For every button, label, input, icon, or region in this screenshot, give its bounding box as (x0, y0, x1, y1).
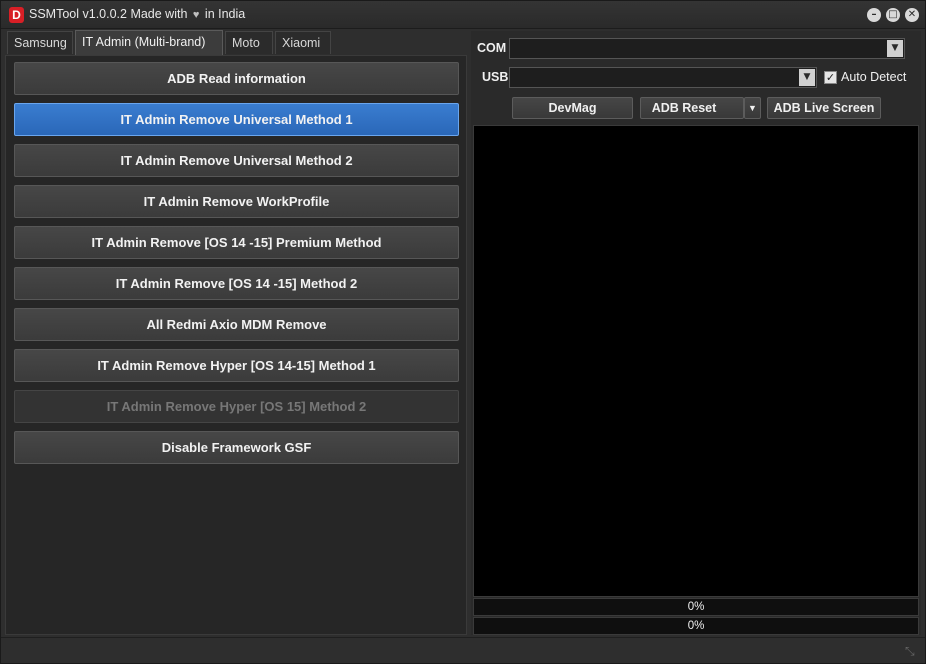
progress-text-1: 0% (687, 601, 705, 613)
auto-detect-label: Auto Detect (841, 70, 907, 84)
com-select[interactable]: ▼ (509, 38, 905, 59)
auto-detect-checkbox[interactable]: ✓ (824, 71, 837, 84)
os14-15-method-2-button[interactable]: IT Admin Remove [OS 14 -15] Method 2 (14, 267, 459, 300)
remove-workprofile-button[interactable]: IT Admin Remove WorkProfile (14, 185, 459, 218)
maximize-button[interactable]: □ (886, 8, 900, 22)
adb-live-screen-button[interactable]: ADB Live Screen (767, 97, 881, 119)
heart-icon: ♥ (192, 9, 200, 21)
adb-read-information-button[interactable]: ADB Read information (14, 62, 459, 95)
resize-grip-icon[interactable]: ⤡ (905, 644, 919, 658)
tab-samsung[interactable]: Samsung (7, 31, 73, 54)
progress-bar-1: 0% (473, 598, 919, 616)
chevron-down-icon[interactable]: ▼ (887, 40, 903, 57)
live-screen-view (473, 125, 919, 597)
os14-15-premium-method-button[interactable]: IT Admin Remove [OS 14 -15] Premium Meth… (14, 226, 459, 259)
usb-label: USB (482, 70, 509, 84)
universal-method-1-button[interactable]: IT Admin Remove Universal Method 1 (14, 103, 459, 136)
hyper-os15-method-2-button: IT Admin Remove Hyper [OS 15] Method 2 (14, 390, 459, 423)
redmi-axio-mdm-remove-button[interactable]: All Redmi Axio MDM Remove (14, 308, 459, 341)
window-title-suffix: in India (204, 7, 246, 21)
close-button[interactable]: ✕ (905, 8, 919, 22)
window-title: SSMTool v1.0.0.2 Made with ♥ in India (29, 7, 245, 21)
devmag-button[interactable]: DevMag (512, 97, 633, 119)
usb-select[interactable]: ▼ (509, 67, 817, 88)
tab-xiaomi[interactable]: Xiaomi (275, 31, 331, 54)
universal-method-2-button[interactable]: IT Admin Remove Universal Method 2 (14, 144, 459, 177)
disable-framework-gsf-button[interactable]: Disable Framework GSF (14, 431, 459, 464)
status-bar: ⤡ (1, 637, 925, 663)
app-logo: D (9, 7, 24, 23)
progress-text-2: 0% (687, 620, 705, 632)
com-label: COM (477, 41, 507, 55)
chevron-down-icon[interactable]: ▼ (799, 69, 815, 86)
device-panel: COM ▼ USB ▼ ✓ Auto Detect DevMag ADB Res… (471, 31, 921, 635)
tab-moto[interactable]: Moto (225, 31, 273, 54)
minimize-button[interactable]: – (867, 8, 881, 22)
window-title-prefix: SSMTool v1.0.0.2 Made with (29, 7, 188, 21)
actions-panel: ADB Read information IT Admin Remove Uni… (5, 55, 467, 635)
progress-bar-2: 0% (473, 617, 919, 635)
title-bar[interactable]: D SSMTool v1.0.0.2 Made with ♥ in India … (1, 1, 925, 29)
app-window: D SSMTool v1.0.0.2 Made with ♥ in India … (0, 0, 926, 664)
tab-it-admin[interactable]: IT Admin (Multi-brand) (75, 30, 223, 55)
adb-reset-button[interactable]: ADB Reset (640, 97, 744, 119)
hyper-os14-15-method-1-button[interactable]: IT Admin Remove Hyper [OS 14-15] Method … (14, 349, 459, 382)
adb-reset-dropdown-icon[interactable]: ▼ (744, 97, 761, 119)
